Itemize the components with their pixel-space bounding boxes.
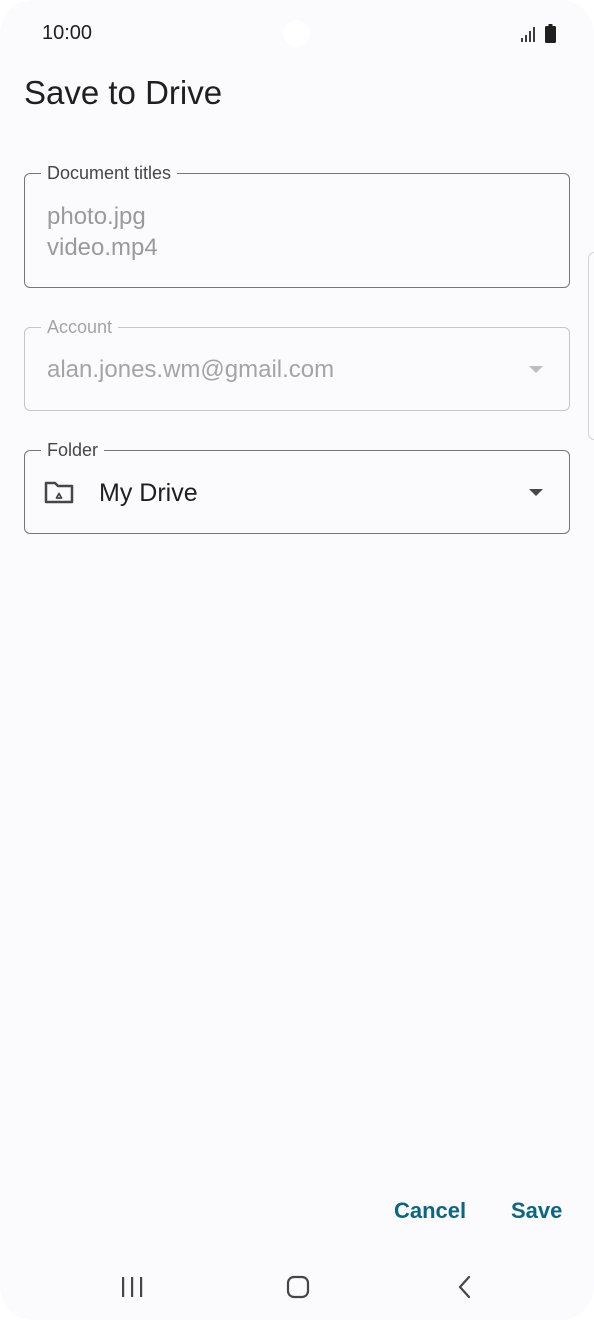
document-titles-field[interactable]: Document titles photo.jpg video.mp4 xyxy=(24,162,570,288)
home-icon[interactable] xyxy=(286,1275,310,1299)
signal-icon xyxy=(521,27,535,42)
folder-value: My Drive xyxy=(99,479,198,507)
account-label: Account xyxy=(41,316,119,338)
battery-icon xyxy=(545,24,556,43)
folder-label: Folder xyxy=(41,439,105,461)
phone-screen: 10:00 Save to Drive Document titles phot… xyxy=(0,0,594,1320)
page-title: Save to Drive xyxy=(24,74,223,111)
document-title-item: video.mp4 xyxy=(47,234,158,261)
save-button[interactable]: Save xyxy=(511,1198,562,1224)
recent-apps-icon[interactable] xyxy=(120,1275,144,1299)
chevron-down-icon xyxy=(529,489,543,496)
edge-panel-handle[interactable] xyxy=(588,252,594,440)
cancel-button[interactable]: Cancel xyxy=(394,1198,466,1224)
account-dropdown: Account alan.jones.wm@gmail.com xyxy=(24,316,570,411)
document-titles-label: Document titles xyxy=(41,162,178,184)
front-camera xyxy=(283,20,310,47)
status-time: 10:00 xyxy=(42,22,93,44)
document-title-item: photo.jpg xyxy=(47,203,146,230)
back-icon[interactable] xyxy=(455,1275,475,1299)
chevron-down-icon xyxy=(529,366,543,373)
folder-dropdown[interactable]: Folder My Drive xyxy=(24,439,570,534)
status-icons xyxy=(520,24,556,43)
account-value: alan.jones.wm@gmail.com xyxy=(47,356,335,383)
drive-folder-icon xyxy=(44,481,74,504)
